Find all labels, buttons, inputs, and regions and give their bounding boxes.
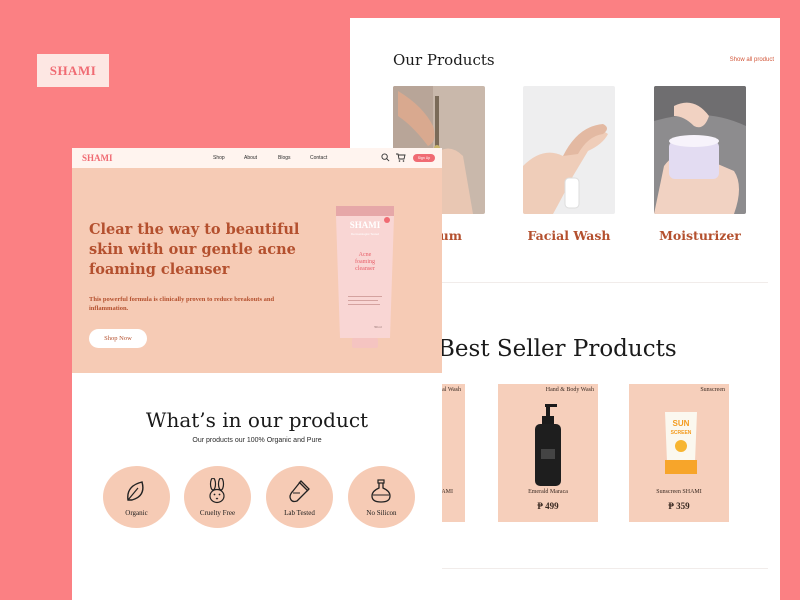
feature-lab-tested: Lab Tested bbox=[266, 466, 333, 528]
cleanser-tube-image: SHAMI Dermatologist Tested Acne foaming … bbox=[334, 206, 396, 351]
flask-icon bbox=[371, 479, 391, 503]
divider bbox=[440, 568, 768, 569]
card-price: ₱ 359 bbox=[668, 501, 690, 511]
top-nav: SHAMI Shop About Blogs Contact Sign Up bbox=[72, 148, 442, 168]
svg-text:Acne: Acne bbox=[359, 252, 372, 258]
nav-logo[interactable]: SHAMI bbox=[82, 153, 113, 163]
nav-link-about[interactable]: About bbox=[244, 155, 257, 161]
svg-text:SUN: SUN bbox=[673, 419, 690, 428]
search-icon[interactable] bbox=[381, 153, 390, 162]
feature-label: Cruelty Free bbox=[199, 509, 236, 517]
rabbit-icon bbox=[209, 478, 225, 504]
sunscreen-tube-image: SUN SCREEN bbox=[665, 412, 697, 474]
shop-now-button[interactable]: Shop Now bbox=[89, 329, 147, 348]
card-name: Emerald Maraca bbox=[528, 489, 568, 495]
feature-label: No Silicon bbox=[366, 509, 397, 517]
product-card-facial-wash[interactable]: Facial Wash bbox=[523, 86, 615, 243]
nav-link-contact[interactable]: Contact bbox=[310, 155, 327, 161]
feature-no-silicon: No Silicon bbox=[348, 466, 415, 528]
best-seller-card[interactable]: Sunscreen SUN SCREEN Sunscreen SHAMI ₱ 3… bbox=[629, 384, 729, 522]
product-name: Moisturizer bbox=[659, 228, 741, 243]
show-all-products-link[interactable]: Show all product bbox=[730, 57, 774, 63]
leaf-icon bbox=[127, 481, 144, 501]
card-category: Sunscreen bbox=[700, 387, 725, 393]
card-price: ₱ 499 bbox=[537, 501, 559, 511]
signup-button[interactable]: Sign Up bbox=[413, 154, 435, 162]
landing-page: SHAMI Shop About Blogs Contact Sign Up C… bbox=[72, 148, 442, 600]
whats-in-product-title: What’s in our product bbox=[145, 408, 369, 432]
test-tube-icon bbox=[289, 480, 310, 503]
floating-logo: SHAMI bbox=[37, 54, 109, 87]
facial-wash-image bbox=[523, 86, 615, 214]
tube-subtitle: Dermatologist Tested bbox=[351, 232, 379, 236]
cart-icon[interactable] bbox=[396, 153, 406, 162]
hero-section: Clear the way to beautiful skin with our… bbox=[72, 168, 442, 373]
feature-label: Lab Tested bbox=[284, 509, 315, 517]
feature-organic: Organic bbox=[103, 466, 170, 528]
best-seller-title: Best Seller Products bbox=[438, 336, 677, 362]
our-products-title: Our Products bbox=[393, 51, 495, 69]
svg-text:foaming: foaming bbox=[355, 258, 375, 265]
tube-brand: SHAMI bbox=[350, 220, 381, 230]
divider bbox=[440, 282, 768, 283]
tube-volume: 50 ml bbox=[374, 325, 382, 329]
svg-text:cleanser: cleanser bbox=[355, 266, 375, 272]
best-seller-card[interactable]: Hand & Body Wash Emerald Maraca ₱ 499 bbox=[498, 384, 598, 522]
hero-description: This powerful formula is clinically prov… bbox=[89, 296, 275, 312]
moisturizer-image bbox=[654, 86, 746, 214]
nav-link-shop[interactable]: Shop bbox=[213, 155, 225, 161]
pump-bottle-image bbox=[535, 404, 561, 486]
feature-label: Organic bbox=[125, 509, 148, 517]
card-category: Hand & Body Wash bbox=[545, 387, 594, 393]
card-name: Sunscreen SHAMI bbox=[656, 489, 702, 495]
whats-in-product-subtitle: Our products our 100% Organic and Pure bbox=[192, 437, 322, 444]
hero-headline: Clear the way to beautiful skin with our… bbox=[89, 221, 300, 278]
product-card-moisturizer[interactable]: Moisturizer bbox=[654, 86, 746, 243]
svg-text:SCREEN: SCREEN bbox=[671, 430, 692, 436]
feature-cruelty-free: Cruelty Free bbox=[184, 466, 251, 528]
product-name: Facial Wash bbox=[527, 228, 611, 243]
nav-link-blogs[interactable]: Blogs bbox=[278, 155, 291, 161]
